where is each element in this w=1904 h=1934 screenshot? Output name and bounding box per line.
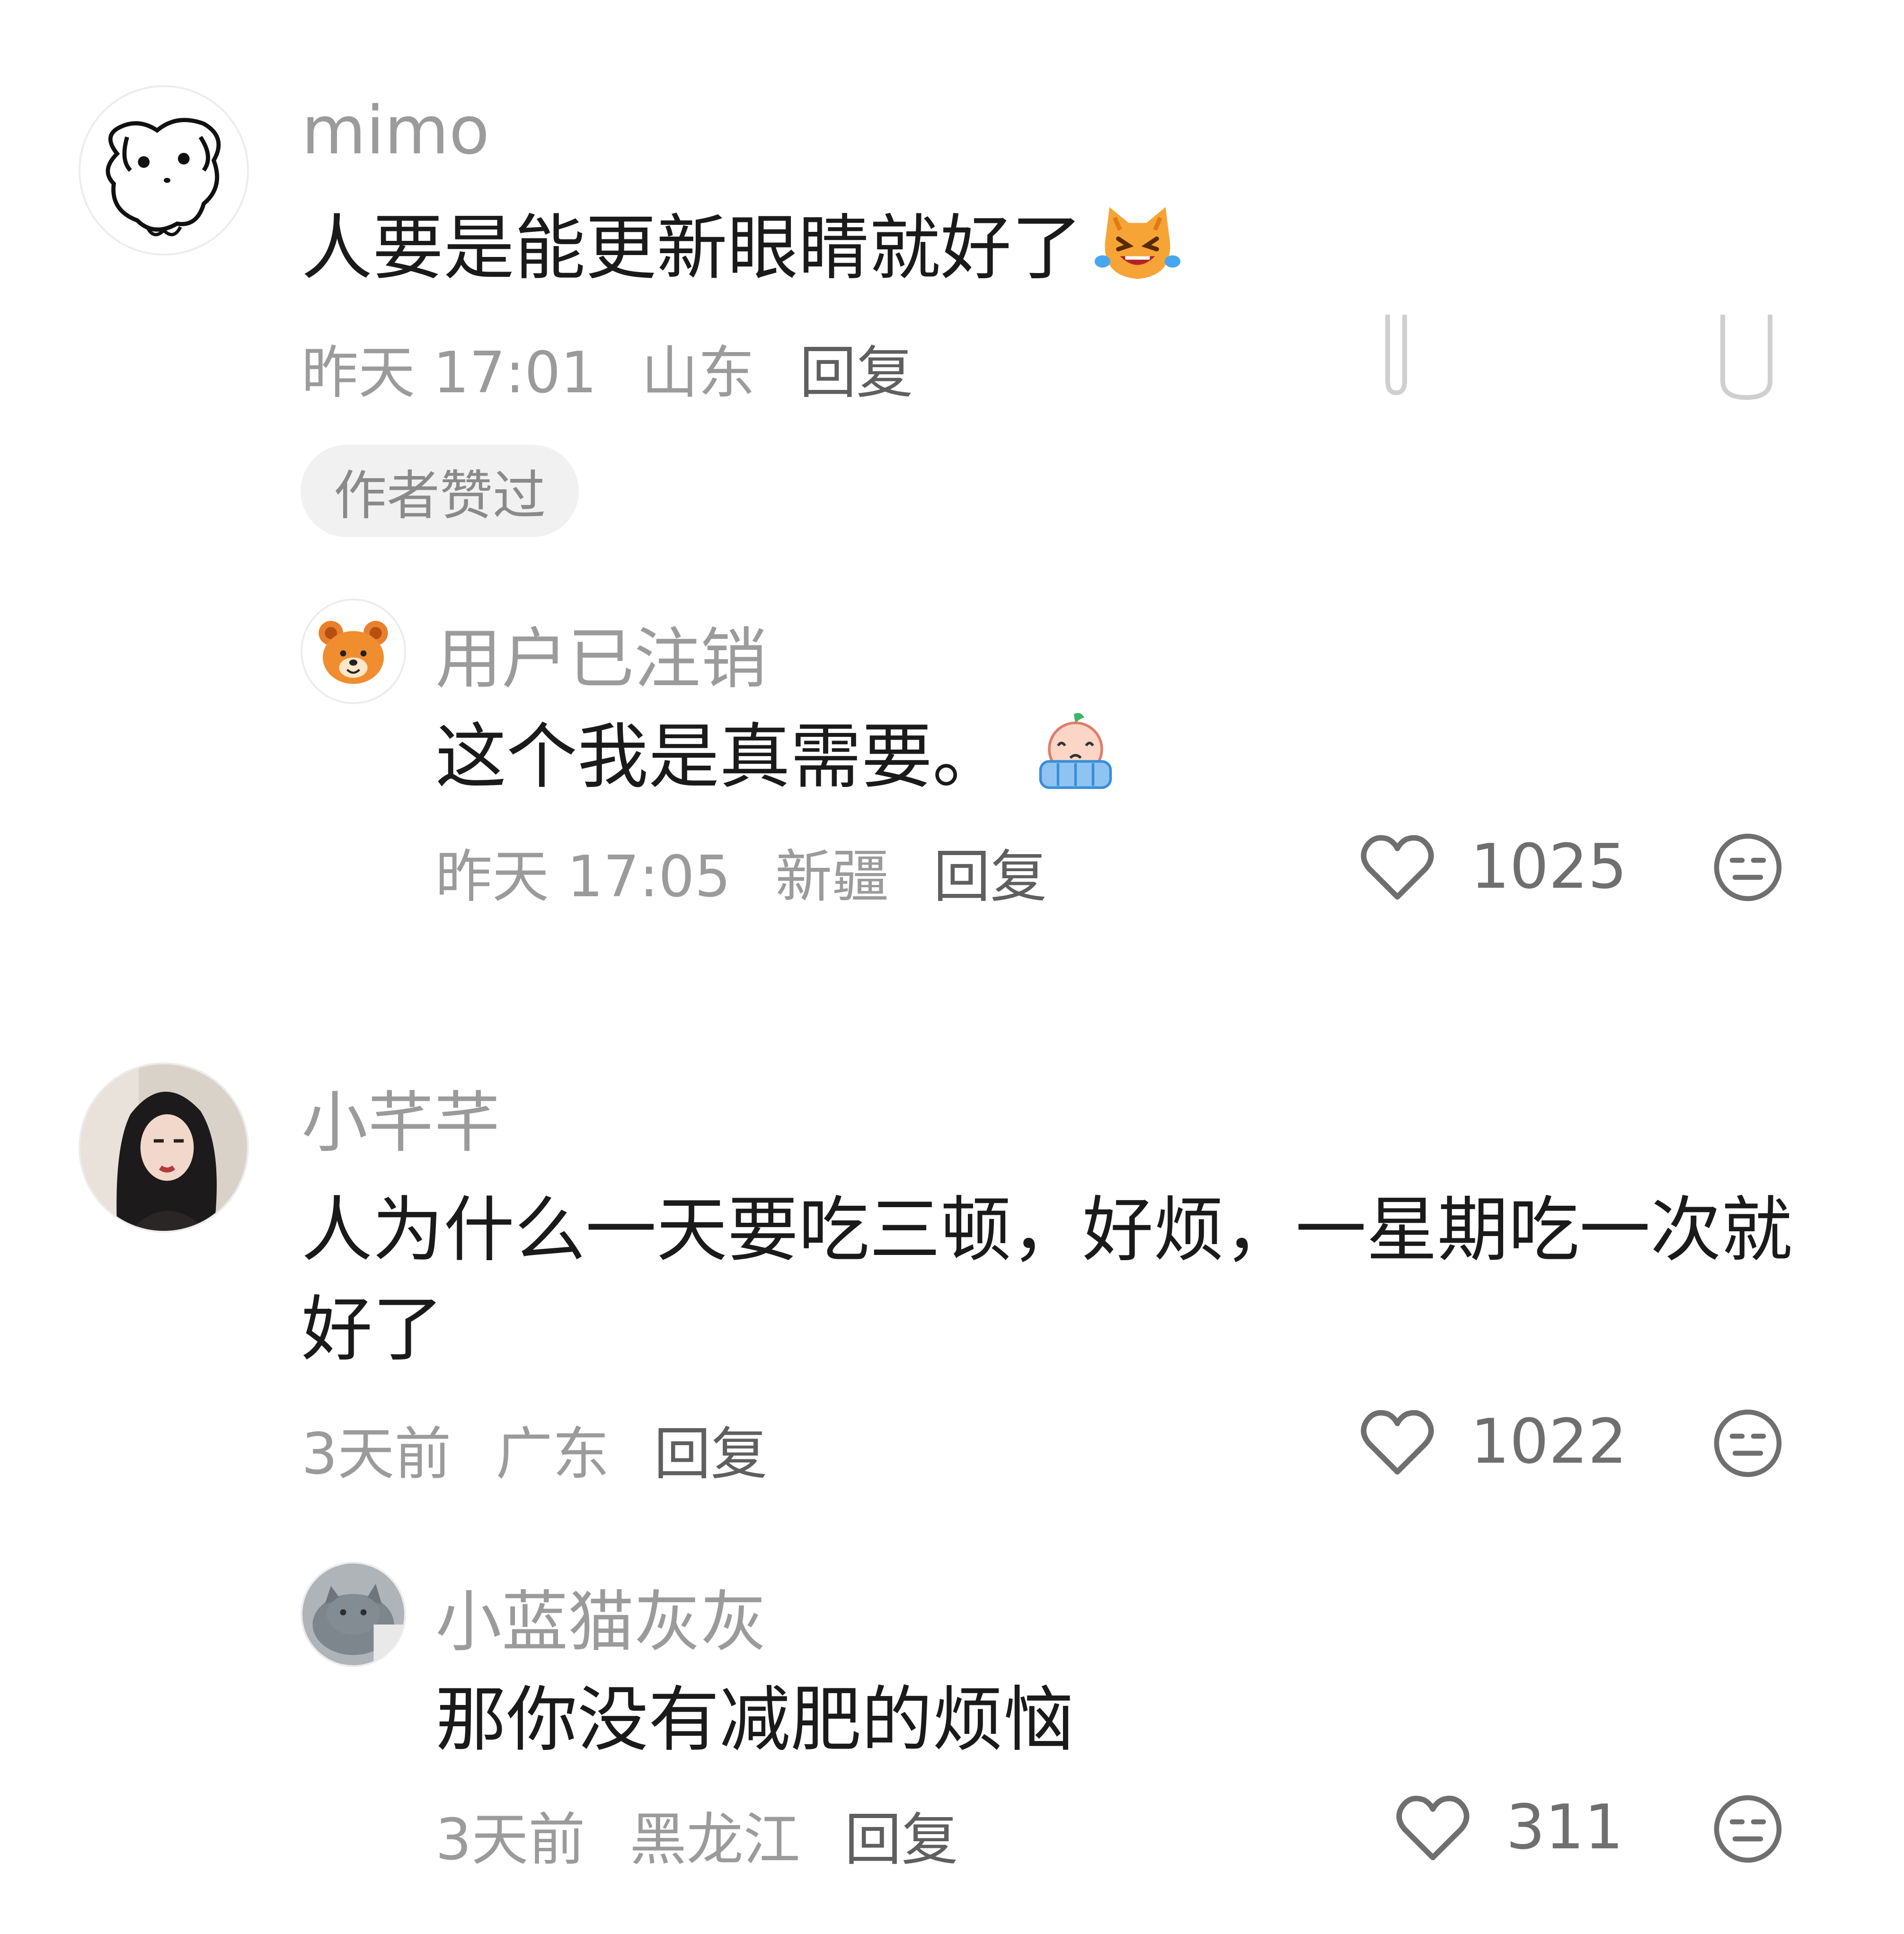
author-liked-badge: 作者赞过 bbox=[301, 445, 579, 537]
username[interactable]: 小芊芊 bbox=[301, 1069, 500, 1165]
heart-outline-icon bbox=[1361, 835, 1434, 900]
crying-bath-emoji bbox=[1032, 709, 1119, 796]
meh-face-icon bbox=[1714, 833, 1782, 901]
like-button[interactable]: 311 bbox=[1394, 1791, 1623, 1863]
avatar-gray-cat[interactable] bbox=[301, 1562, 406, 1667]
comment-meta: 昨天 17:01 山东 回复 bbox=[301, 327, 939, 409]
username[interactable]: mimo bbox=[301, 92, 489, 169]
reply-text: 那你没有减肥的烦恼 bbox=[435, 1670, 1761, 1770]
comment-location: 山东 bbox=[641, 340, 755, 406]
reply-location: 新疆 bbox=[775, 844, 889, 910]
heart-outline-icon bbox=[1361, 1410, 1434, 1475]
meh-face-icon bbox=[1714, 1795, 1782, 1863]
reply-button[interactable]: 回复 bbox=[845, 1807, 958, 1873]
like-button[interactable]: 1025 bbox=[1358, 830, 1627, 902]
reply-button[interactable]: 回复 bbox=[654, 1422, 768, 1487]
reply-meta: 昨天 17:05 新疆 回复 bbox=[435, 830, 1073, 913]
reply-text-content: 那你没有减肥的烦恼 bbox=[435, 1679, 1075, 1761]
comment-time: 3天前 bbox=[301, 1422, 452, 1487]
dislike-button[interactable] bbox=[1712, 832, 1783, 903]
comment-text-content: 人要是能更新眼睛就好了 bbox=[301, 207, 1083, 290]
avatar-bear[interactable] bbox=[301, 599, 406, 704]
reply-meta: 3天前 黑龙江 回复 bbox=[435, 1793, 985, 1876]
reply-button[interactable]: 回复 bbox=[799, 340, 913, 406]
faint-action-icons bbox=[1373, 310, 1798, 406]
reply-text: 这个我是真需要。 bbox=[435, 707, 1761, 807]
heart-outline-icon bbox=[1396, 1795, 1470, 1861]
comment-location: 广东 bbox=[496, 1422, 610, 1487]
meh-face-icon bbox=[1714, 1409, 1782, 1477]
comment-text: 人要是能更新眼睛就好了 bbox=[301, 199, 1792, 298]
like-button[interactable]: 1022 bbox=[1358, 1405, 1627, 1477]
username[interactable]: 小蓝猫灰灰 bbox=[435, 1569, 767, 1664]
like-count: 311 bbox=[1506, 1791, 1624, 1863]
dislike-button[interactable] bbox=[1712, 1793, 1783, 1864]
comment-meta: 3天前 广东 回复 bbox=[301, 1408, 794, 1490]
dislike-button[interactable] bbox=[1712, 1408, 1783, 1479]
reply-time: 昨天 17:05 bbox=[435, 844, 731, 910]
like-count: 1022 bbox=[1470, 1405, 1627, 1477]
comment-text: 人为什么一天要吃三顿，好烦，一星期吃一次就好了 bbox=[301, 1181, 1792, 1379]
avatar-woman-photo[interactable] bbox=[79, 1062, 249, 1233]
comment-time: 昨天 17:01 bbox=[301, 340, 597, 406]
avatar-dog-doodle[interactable] bbox=[79, 85, 249, 256]
comment-text-content: 人为什么一天要吃三顿，好烦，一星期吃一次就好了 bbox=[301, 1189, 1793, 1371]
reply-location: 黑龙江 bbox=[629, 1807, 800, 1873]
username[interactable]: 用户已注销 bbox=[435, 606, 767, 701]
like-count: 1025 bbox=[1470, 830, 1627, 902]
reply-time: 3天前 bbox=[435, 1807, 585, 1873]
reply-text-content: 这个我是真需要。 bbox=[435, 716, 1004, 798]
laughing-crying-cat-emoji bbox=[1094, 200, 1181, 288]
reply-button[interactable]: 回复 bbox=[933, 844, 1047, 910]
